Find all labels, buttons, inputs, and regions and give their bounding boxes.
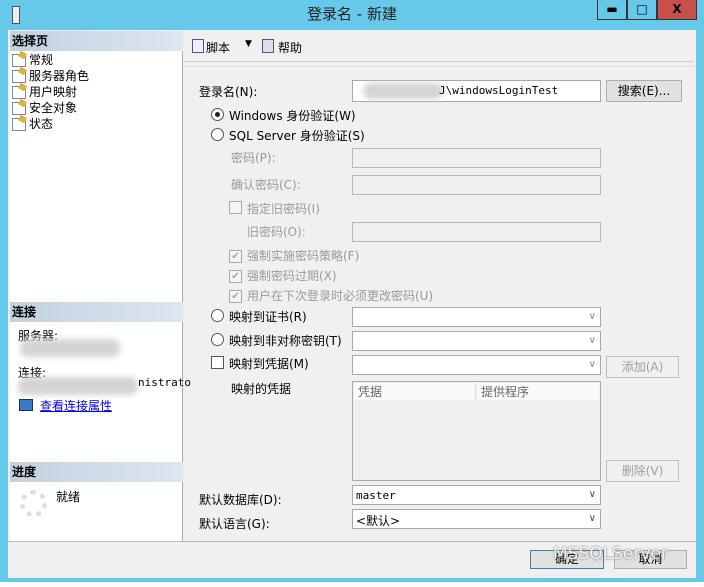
script-icon	[192, 39, 204, 53]
page-general[interactable]: 常规	[12, 52, 53, 68]
default-database-select[interactable]: master ∨	[352, 485, 601, 505]
remove-button[interactable]: 删除(V)	[606, 460, 679, 482]
must-change-checkbox[interactable]: ✔	[229, 288, 242, 303]
enforce-expiration-checkbox[interactable]: ✔	[229, 268, 242, 283]
windows-auth-radio[interactable]	[211, 108, 224, 124]
page-icon	[12, 101, 26, 115]
old-password-input[interactable]	[352, 222, 601, 242]
mapped-credentials-list[interactable]: 凭据 提供程序	[352, 381, 601, 481]
map-certificate-radio[interactable]	[211, 309, 224, 325]
search-button[interactable]: 搜索(E)...	[606, 80, 682, 102]
login-name-label: 登录名(N):	[199, 85, 258, 99]
connection-value-redacted	[18, 377, 138, 395]
footer-divider	[8, 541, 696, 542]
column-header-provider[interactable]: 提供程序	[477, 383, 599, 400]
confirm-password-label: 确认密码(C):	[231, 178, 301, 192]
page-icon	[12, 85, 26, 99]
script-button[interactable]: 脚本	[206, 39, 230, 56]
select-page-header: 选择页	[10, 31, 183, 51]
page-label: 常规	[29, 53, 54, 67]
default-language-select[interactable]: <默认> ∨	[352, 509, 601, 529]
default-language-value: <默认>	[356, 514, 401, 528]
login-name-input[interactable]: J\windowsLoginTest	[352, 80, 601, 102]
server-value-redacted	[20, 339, 120, 357]
credential-select[interactable]: ∨	[352, 355, 601, 375]
toolbar	[184, 31, 694, 62]
left-pane: 选择页 常规 服务器角色 用户映射 安全对象 状态 连接 服务器: 连接: ni…	[10, 31, 191, 541]
page-label: 安全对象	[29, 101, 78, 115]
confirm-password-input[interactable]	[352, 175, 601, 195]
page-label: 状态	[29, 117, 54, 131]
must-change-label: 用户在下次登录时必须更改密码(U)	[247, 289, 434, 303]
default-database-value: master	[356, 489, 396, 502]
column-header-credential[interactable]: 凭据	[354, 383, 476, 400]
script-dropdown-icon[interactable]: ▼	[245, 39, 252, 49]
page-status[interactable]: 状态	[12, 116, 53, 132]
page-icon	[12, 117, 26, 131]
specify-old-password-label: 指定旧密码(I)	[247, 202, 320, 216]
page-server-roles[interactable]: 服务器角色	[12, 68, 89, 84]
close-button[interactable]: X	[657, 0, 697, 20]
page-label: 服务器角色	[29, 69, 90, 83]
certificate-select[interactable]: ∨	[352, 307, 601, 327]
default-database-label: 默认数据库(D):	[199, 493, 282, 507]
add-button[interactable]: 添加(A)	[606, 356, 679, 378]
password-input[interactable]	[352, 148, 601, 168]
old-password-label: 旧密码(O):	[247, 225, 306, 239]
connection-properties-icon	[19, 399, 33, 411]
mapped-credentials-label: 映射的凭据	[231, 382, 292, 396]
page-label: 用户映射	[29, 85, 78, 99]
sql-auth-label[interactable]: SQL Server 身份验证(S)	[229, 127, 365, 144]
progress-header: 进度	[10, 462, 183, 482]
map-credential-label[interactable]: 映射到凭据(M)	[229, 355, 309, 372]
enforce-policy-label: 强制实施密码策略(F)	[247, 249, 360, 263]
page-icon	[12, 53, 26, 67]
minimize-button[interactable]: ▬	[597, 0, 627, 20]
watermark: MSSQLServer	[553, 544, 668, 564]
windows-auth-label[interactable]: Windows 身份验证(W)	[229, 107, 356, 124]
map-asym-key-label[interactable]: 映射到非对称密钥(T)	[229, 332, 342, 349]
sql-auth-radio[interactable]	[211, 128, 224, 144]
password-label: 密码(P):	[231, 151, 276, 165]
progress-spinner-icon	[20, 490, 47, 517]
login-name-value: J\windowsLoginTest	[439, 84, 559, 97]
asym-key-select[interactable]: ∨	[352, 331, 601, 351]
enforce-expiration-label: 强制密码过期(X)	[247, 269, 337, 283]
page-securables[interactable]: 安全对象	[12, 100, 77, 116]
map-credential-checkbox[interactable]	[211, 356, 224, 372]
specify-old-password-checkbox[interactable]	[229, 201, 242, 217]
help-button[interactable]: 帮助	[278, 39, 302, 56]
progress-status: 就绪	[56, 490, 81, 504]
connection-header: 连接	[10, 302, 183, 322]
map-asym-key-radio[interactable]	[211, 333, 224, 349]
enforce-policy-checkbox[interactable]: ✔	[229, 248, 242, 263]
page-user-mapping[interactable]: 用户映射	[12, 84, 77, 100]
view-connection-properties-link[interactable]: 查看连接属性	[40, 397, 112, 414]
login-name-redacted	[363, 83, 443, 99]
map-certificate-label[interactable]: 映射到证书(R)	[229, 308, 307, 325]
default-language-label: 默认语言(G):	[199, 517, 270, 531]
maximize-button[interactable]: □	[627, 0, 657, 20]
page-icon	[12, 69, 26, 83]
help-icon	[262, 39, 274, 53]
